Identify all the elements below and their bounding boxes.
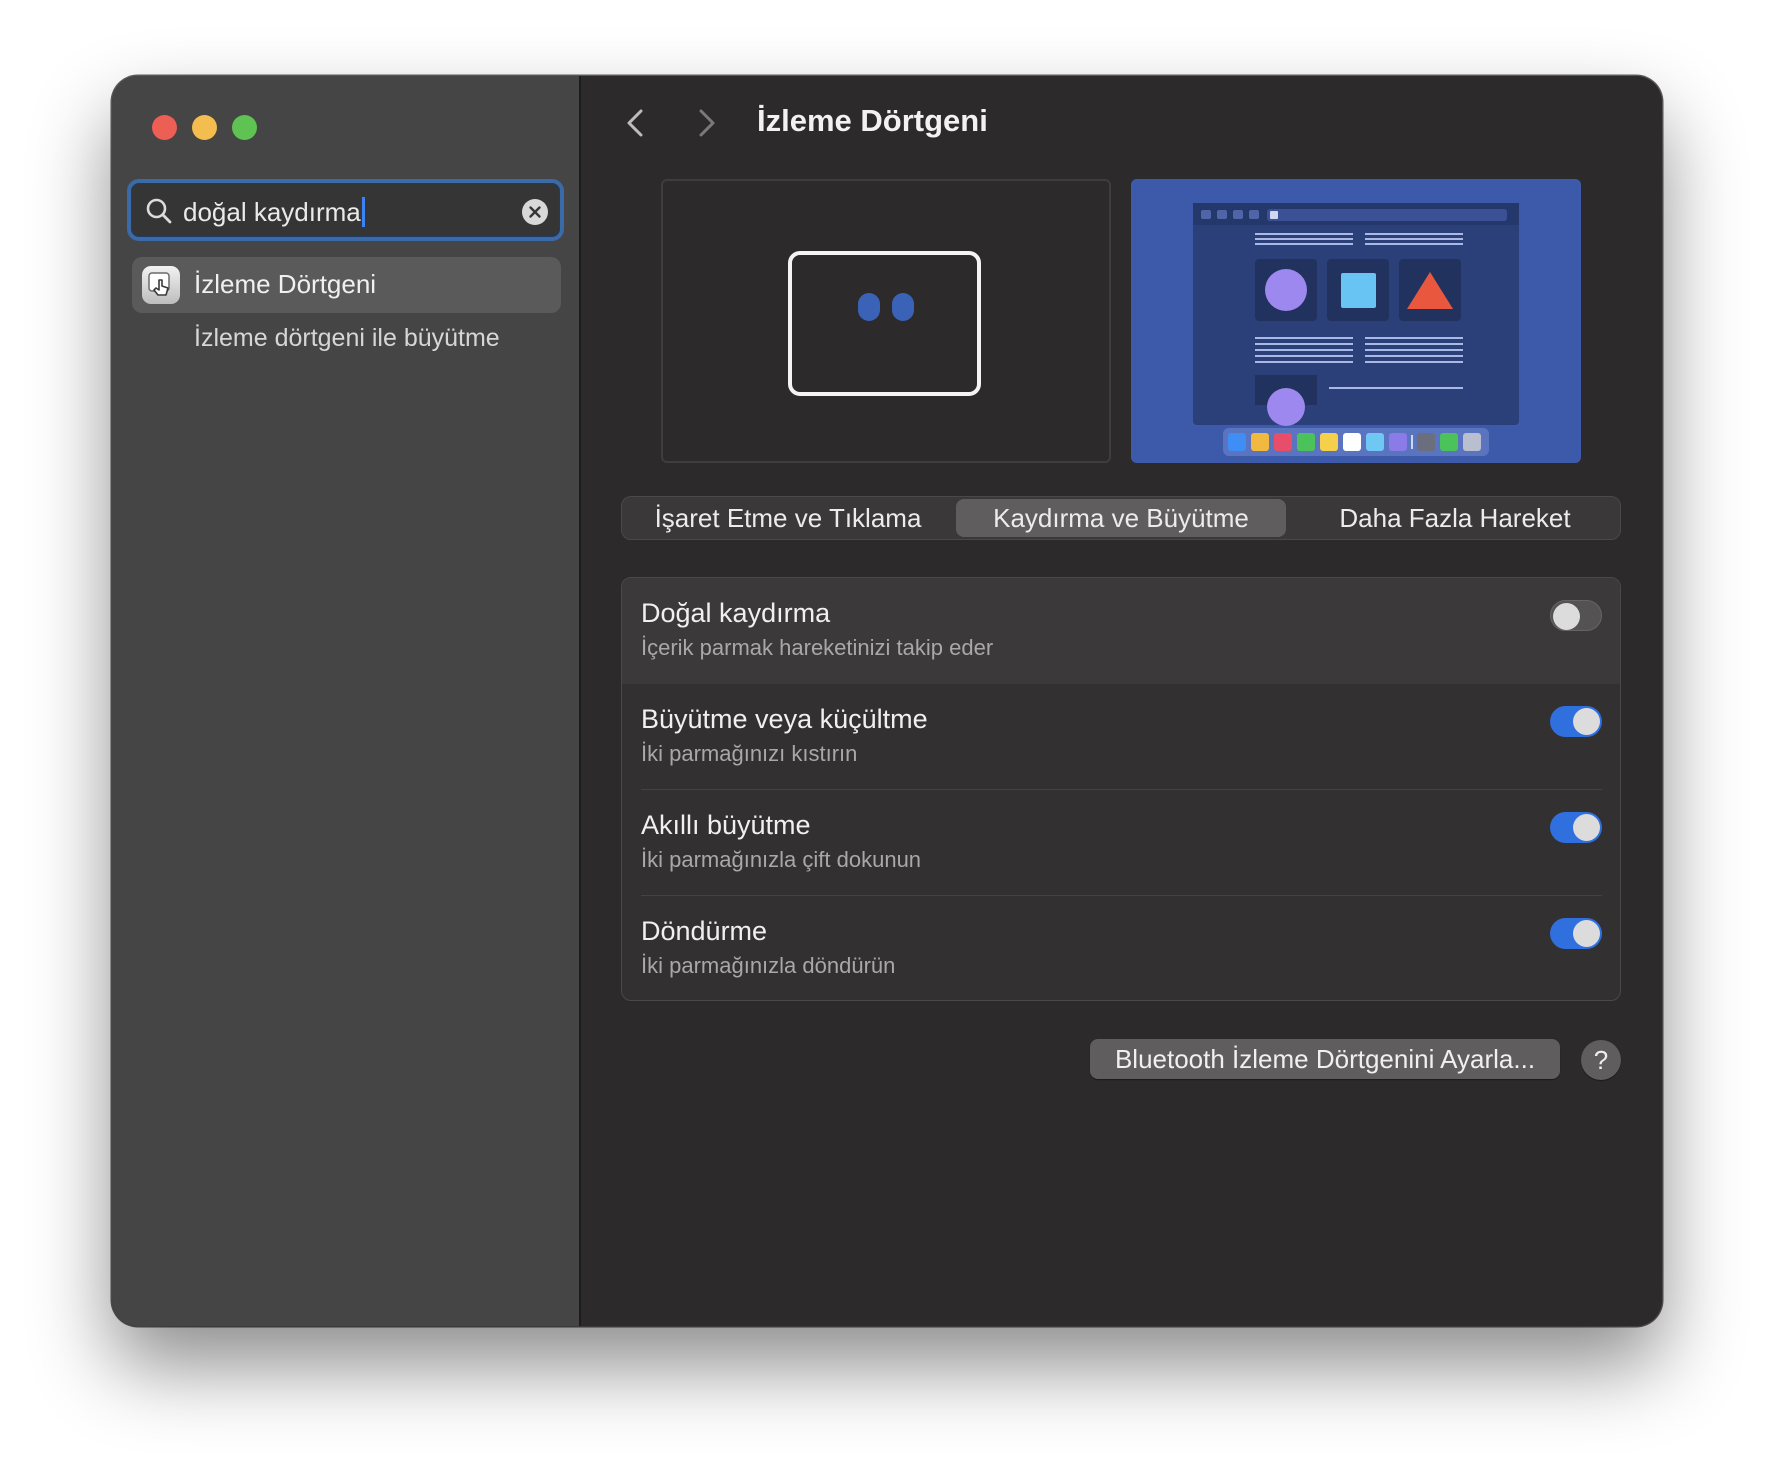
- search-input[interactable]: doğal kaydırma: [183, 197, 365, 228]
- setting-title: Akıllı büyütme: [641, 810, 811, 840]
- text-caret: [361, 197, 365, 228]
- setup-bluetooth-trackpad-button[interactable]: Bluetooth İzleme Dörtgenini Ayarla...: [1090, 1039, 1560, 1079]
- zoom-window-button[interactable]: [232, 115, 257, 140]
- sidebar-item-trackpad[interactable]: İzleme Dörtgeni: [132, 257, 561, 313]
- finger-dot: [892, 293, 914, 321]
- finger-dot: [858, 293, 880, 321]
- settings-group: Doğal kaydırma İçerik parmak hareketiniz…: [621, 577, 1621, 1001]
- setting-subtitle: İçerik parmak hareketinizi takip eder: [641, 635, 994, 660]
- page-title: İzleme Dörtgeni: [757, 103, 988, 138]
- settings-window: doğal kaydırma İzleme Dörtgeni İzleme dö…: [112, 76, 1662, 1326]
- setting-title: Büyütme veya küçültme: [641, 704, 928, 734]
- sidebar-item-label: İzleme Dörtgeni: [194, 269, 377, 299]
- sidebar: doğal kaydırma İzleme Dörtgeni İzleme dö…: [112, 76, 581, 1326]
- setting-row-rotate: Döndürme İki parmağınızla döndürün: [622, 896, 1620, 1000]
- tab-scroll-and-zoom[interactable]: Kaydırma ve Büyütme: [956, 499, 1286, 537]
- setting-row-zoom-in-out: Büyütme veya küçültme İki parmağınızı kı…: [622, 684, 1620, 790]
- tab-point-and-click[interactable]: İşaret Etme ve Tıklama: [624, 499, 952, 537]
- gesture-preview-screen: [1131, 179, 1581, 463]
- setting-title: Doğal kaydırma: [641, 598, 831, 628]
- setting-row-natural-scrolling: Doğal kaydırma İçerik parmak hareketiniz…: [622, 578, 1620, 684]
- trackpad-app-icon: [142, 266, 180, 304]
- setting-subtitle: İki parmağınızla döndürün: [641, 953, 896, 978]
- screen-illustration: [1131, 179, 1581, 463]
- tab-more-gestures[interactable]: Daha Fazla Hareket: [1290, 499, 1620, 537]
- setting-title: Döndürme: [641, 916, 768, 946]
- clear-search-icon[interactable]: [522, 199, 548, 225]
- help-button[interactable]: ?: [1581, 1040, 1621, 1080]
- back-chevron-icon[interactable]: [621, 106, 651, 140]
- forward-chevron-icon[interactable]: [691, 106, 721, 140]
- search-field[interactable]: doğal kaydırma: [127, 179, 564, 241]
- gesture-preview-trackpad: [661, 179, 1111, 463]
- sidebar-subitem-trackpad-zoom[interactable]: İzleme dörtgeni ile büyütme: [194, 324, 500, 353]
- search-icon: [146, 198, 172, 224]
- setting-subtitle: İki parmağınızı kıstırın: [641, 741, 858, 766]
- close-window-button[interactable]: [152, 115, 177, 140]
- setting-subtitle: İki parmağınızla çift dokunun: [641, 847, 922, 872]
- setting-row-smart-zoom: Akıllı büyütme İki parmağınızla çift dok…: [622, 790, 1620, 896]
- zoom-in-out-toggle[interactable]: [1550, 706, 1602, 737]
- tab-bar: İşaret Etme ve Tıklama Kaydırma ve Büyüt…: [621, 496, 1621, 540]
- minimize-window-button[interactable]: [192, 115, 217, 140]
- natural-scrolling-toggle[interactable]: [1550, 600, 1602, 631]
- rotate-toggle[interactable]: [1550, 918, 1602, 949]
- trackpad-illustration: [788, 251, 981, 396]
- main-pane: İzleme Dörtgeni İşaret Etme ve Tıklama K…: [581, 76, 1662, 1326]
- smart-zoom-toggle[interactable]: [1550, 812, 1602, 843]
